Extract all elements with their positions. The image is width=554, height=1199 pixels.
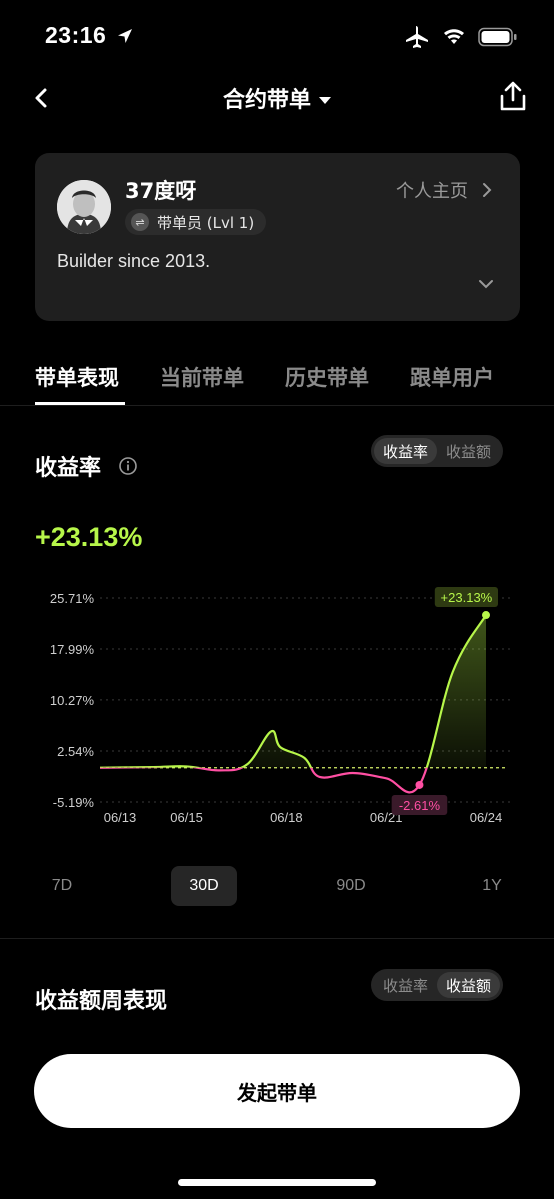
chart-annotation-label: -2.61%	[399, 798, 441, 813]
chart-y-tick-label: 10.27%	[50, 693, 95, 708]
chart-x-tick-label: 06/13	[104, 810, 137, 825]
tab-performance[interactable]: 带单表现	[35, 362, 119, 392]
badge-label: 带单员 (Lvl 1)	[157, 213, 255, 232]
period-90d[interactable]: 90D	[327, 866, 375, 906]
chart-y-tick-label: 25.71%	[50, 591, 95, 606]
battery-icon	[478, 27, 517, 47]
info-icon[interactable]	[118, 456, 138, 476]
period-selector: 7D 30D 90D 1Y	[0, 866, 554, 906]
active-tab-indicator	[35, 402, 125, 405]
tab-followers[interactable]: 跟单用户	[410, 362, 494, 392]
section-title-weekly-profit: 收益额周表现	[35, 989, 168, 1014]
chevron-right-icon	[483, 183, 492, 197]
start-copy-trading-button[interactable]: 发起带单	[34, 1054, 520, 1128]
profit-metric-toggle: 收益率 收益额	[371, 435, 504, 467]
profit-rate-value: +23.13%	[35, 522, 143, 552]
avatar[interactable]	[57, 180, 111, 234]
trader-level-badge: ⇌ 带单员 (Lvl 1)	[125, 209, 267, 235]
status-time: 23:16	[45, 22, 107, 48]
homepage-link-label: 个人主页	[396, 181, 468, 202]
chart-point	[415, 780, 424, 789]
tab-history-orders[interactable]: 历史带单	[285, 362, 369, 392]
chart-x-tick-label: 06/15	[170, 810, 203, 825]
home-indicator	[178, 1179, 376, 1186]
chart-point	[482, 611, 490, 620]
toggle-option-amount[interactable]: 收益额	[437, 972, 501, 998]
trader-profile-card: 37度呀 ⇌ 带单员 (Lvl 1) 个人主页 Builder since 20…	[35, 153, 520, 321]
toggle-option-amount[interactable]: 收益额	[437, 438, 500, 464]
airplane-icon	[406, 26, 428, 48]
page-title: 合约带单	[222, 88, 311, 113]
trader-bio: Builder since 2013.	[57, 251, 211, 271]
trader-username: 37度呀	[125, 179, 197, 203]
nav-bar: 合约带单	[0, 76, 554, 120]
toggle-option-rate[interactable]: 收益率	[374, 972, 437, 998]
chart-annotation-label: +23.13%	[441, 590, 493, 605]
chevron-down-icon[interactable]	[478, 279, 494, 289]
chart-y-tick-label: 17.99%	[50, 642, 95, 657]
chart-x-tick-label: 06/18	[270, 810, 303, 825]
location-arrow-icon	[118, 29, 132, 43]
chart-y-tick-label: 2.54%	[57, 744, 94, 759]
chart-x-tick-label: 06/24	[470, 810, 503, 825]
homepage-link[interactable]: 个人主页	[396, 177, 492, 203]
status-bar: 23:16	[0, 0, 554, 76]
period-7d[interactable]: 7D	[40, 866, 84, 906]
profit-rate-chart: 25.71% 17.99% 10.27% 2.54% -5.19% 06/13 06/15…	[50, 587, 510, 825]
tab-current-orders[interactable]: 当前带单	[160, 362, 244, 392]
toggle-option-rate[interactable]: 收益率	[374, 438, 438, 464]
section-title-profit-rate: 收益率	[35, 456, 102, 481]
period-1y[interactable]: 1Y	[472, 866, 512, 906]
wifi-icon	[444, 29, 464, 44]
tab-bar: 带单表现 当前带单 历史带单 跟单用户	[0, 358, 554, 406]
swap-icon: ⇌	[131, 213, 149, 231]
section-divider	[0, 938, 554, 939]
chart-y-tick-label: -5.19%	[53, 795, 95, 810]
weekly-metric-toggle: 收益率 收益额	[371, 969, 504, 1001]
share-icon[interactable]	[498, 80, 528, 112]
period-30d[interactable]: 30D	[171, 866, 237, 906]
page-title-dropdown[interactable]: 合约带单	[0, 82, 554, 114]
caret-down-icon	[319, 97, 331, 104]
